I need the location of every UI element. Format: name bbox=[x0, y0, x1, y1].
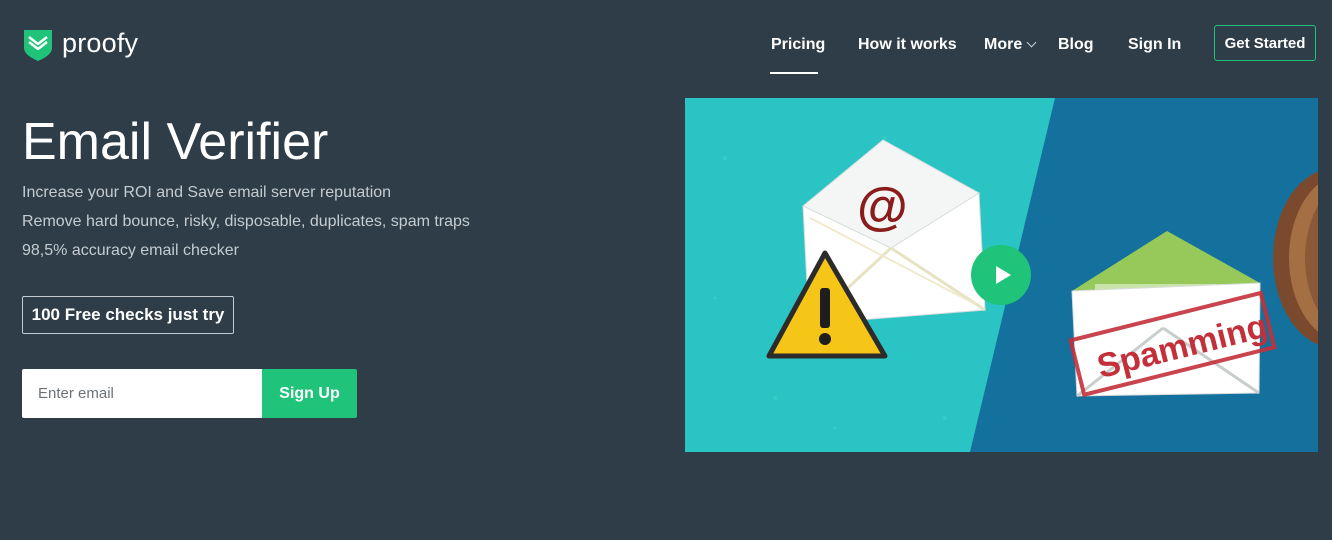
nav-blog[interactable]: Blog bbox=[1058, 36, 1094, 54]
play-icon bbox=[996, 266, 1011, 284]
video-thumbnail[interactable]: @ Spamming bbox=[685, 98, 1318, 452]
chevron-down-icon bbox=[1026, 37, 1037, 48]
at-sign-text: @ bbox=[857, 178, 908, 236]
play-button[interactable] bbox=[971, 245, 1031, 305]
nav-pricing[interactable]: Pricing bbox=[771, 36, 825, 54]
get-started-button[interactable]: Get Started bbox=[1214, 25, 1316, 61]
nav-more[interactable]: More bbox=[984, 36, 1037, 54]
page-title: Email Verifier bbox=[22, 113, 329, 171]
nav-how-it-works[interactable]: How it works bbox=[858, 36, 957, 54]
main-nav: Pricing How it works More Blog Sign In bbox=[0, 26, 1332, 76]
hero-line-remove: Remove hard bounce, risky, disposable, d… bbox=[22, 213, 470, 230]
nav-sign-in[interactable]: Sign In bbox=[1128, 36, 1181, 54]
nav-more-label: More bbox=[984, 36, 1023, 53]
email-input[interactable] bbox=[22, 369, 262, 418]
nav-active-indicator bbox=[770, 72, 818, 74]
hero-line-roi: Increase your ROI and Save email server … bbox=[22, 184, 392, 201]
free-checks-button[interactable]: 100 Free checks just try bbox=[22, 296, 234, 334]
sign-up-button[interactable]: Sign Up bbox=[262, 369, 357, 418]
hero-line-accuracy: 98,5% accuracy email checker bbox=[22, 242, 239, 259]
